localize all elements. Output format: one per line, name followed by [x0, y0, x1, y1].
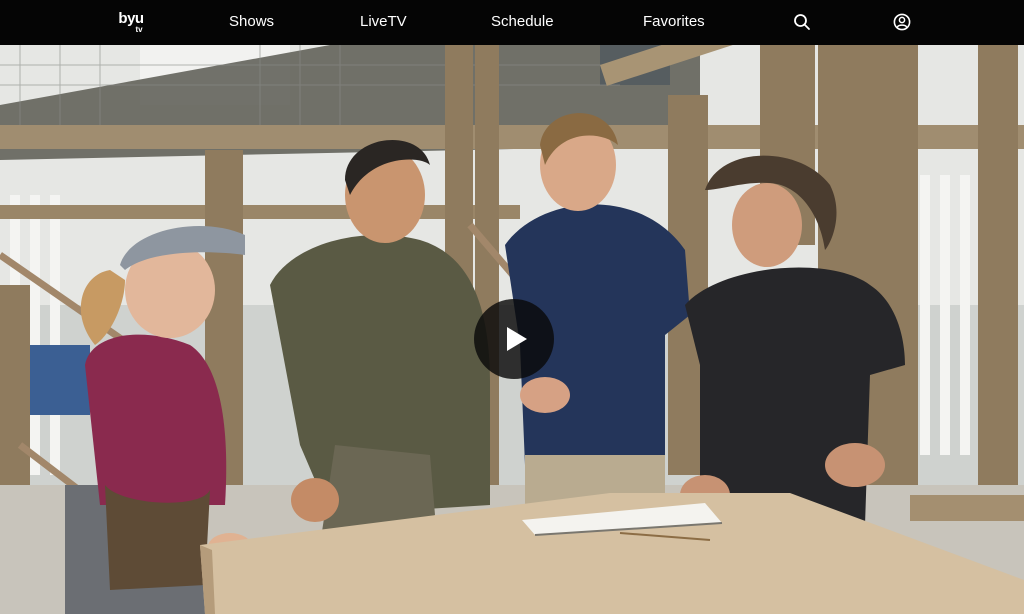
top-nav-bar: byu tv Shows LiveTV Schedule Favorites [0, 0, 1024, 45]
play-icon [506, 327, 527, 351]
logo-sub-text: tv [135, 25, 143, 34]
play-button[interactable] [474, 299, 554, 379]
account-icon[interactable] [893, 13, 911, 31]
nav-shows-link[interactable]: Shows [229, 13, 274, 30]
nav-schedule-link[interactable]: Schedule [491, 13, 554, 30]
nav-livetv-link[interactable]: LiveTV [360, 13, 407, 30]
video-player[interactable] [0, 45, 1024, 614]
search-icon[interactable] [793, 13, 811, 31]
nav-favorites-link[interactable]: Favorites [643, 13, 705, 30]
logo-main-text: byu [118, 10, 144, 27]
byutv-logo[interactable]: byu tv [112, 8, 150, 38]
